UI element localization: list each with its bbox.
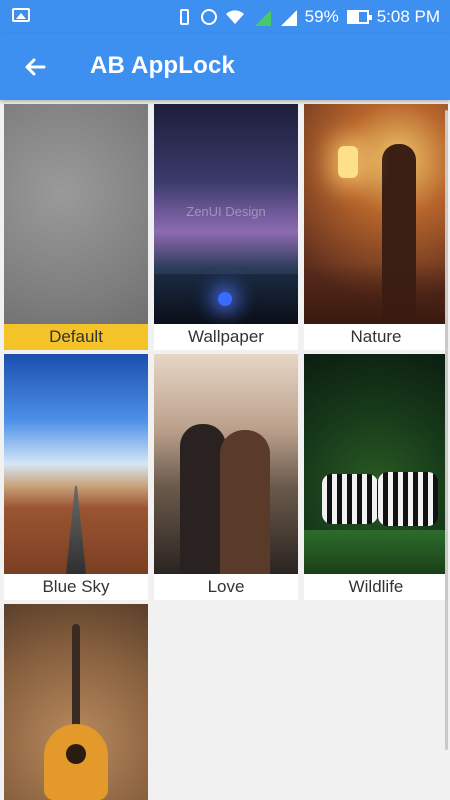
signal-2-icon [279, 8, 297, 26]
wallpaper-tile-wallpaper[interactable]: ZenUI Design Wallpaper [154, 104, 298, 350]
status-bar: 59% 5:08 PM [0, 0, 450, 34]
wallpaper-thumbnail [304, 354, 448, 574]
signal-icon [253, 8, 271, 26]
wallpaper-label: Nature [304, 324, 448, 350]
wallpaper-thumbnail [4, 354, 148, 574]
wallpaper-thumbnail [304, 104, 448, 324]
scrollbar[interactable] [445, 110, 448, 750]
arrow-left-icon[interactable] [22, 54, 48, 80]
clock: 5:08 PM [376, 7, 440, 26]
wallpaper-label: Wildlife [304, 574, 448, 600]
wallpaper-label: Blue Sky [4, 574, 148, 600]
wallpaper-label: Default [4, 324, 148, 350]
page-title: AB AppLock [90, 52, 236, 79]
watermark: ZenUI Design [186, 204, 266, 219]
vibrate-icon [179, 9, 189, 25]
app-bar: AB AppLock [0, 34, 450, 100]
wifi-icon [225, 9, 245, 25]
gallery-notification-icon [12, 8, 30, 22]
wallpaper-tile-default[interactable]: Default [4, 104, 148, 350]
battery-percent: 59% [304, 7, 339, 26]
wallpaper-grid: Default ZenUI Design Wallpaper Nature Bl… [0, 100, 450, 800]
wallpaper-thumbnail [154, 354, 298, 574]
wallpaper-tile-blue-sky[interactable]: Blue Sky [4, 354, 148, 600]
wallpaper-tile-wildlife[interactable]: Wildlife [304, 354, 448, 600]
wallpaper-tile-love[interactable]: Love [154, 354, 298, 600]
wallpaper-tile-nature[interactable]: Nature [304, 104, 448, 350]
wallpaper-tile-guitar[interactable] [4, 604, 148, 800]
status-icons: 59% 5:08 PM [176, 6, 440, 28]
alarm-icon [200, 9, 217, 25]
battery-icon [346, 10, 372, 24]
wallpaper-thumbnail: ZenUI Design [154, 104, 298, 324]
wallpaper-label: Wallpaper [154, 324, 298, 350]
wallpaper-thumbnail [4, 604, 148, 800]
wallpaper-thumbnail [4, 104, 148, 324]
wallpaper-label: Love [154, 574, 298, 600]
